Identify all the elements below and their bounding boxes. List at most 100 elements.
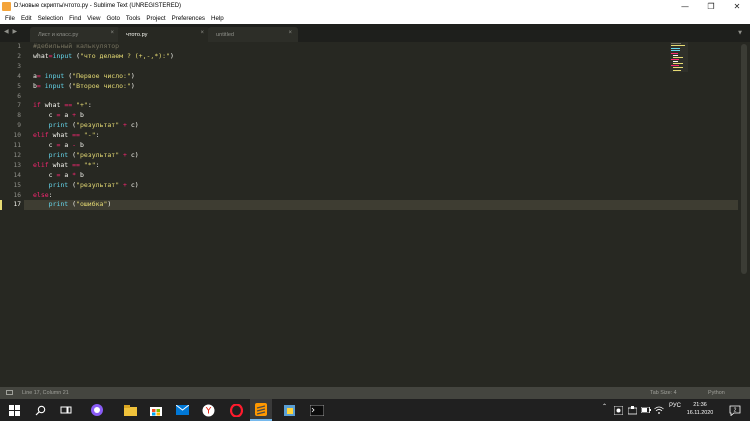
menu-find[interactable]: Find xyxy=(69,15,81,22)
battery-icon[interactable] xyxy=(640,399,652,421)
code-line[interactable] xyxy=(33,62,723,72)
tab-bar: ◀ ▶ Лист и класс.py × чтото.py × untitle… xyxy=(0,24,750,42)
file-explorer-icon[interactable] xyxy=(119,399,141,421)
menu-project[interactable]: Project xyxy=(146,15,165,22)
code-line[interactable]: #дебильный калькулятор xyxy=(33,42,723,52)
syntax-selector[interactable]: Python xyxy=(708,390,725,396)
code-token: ) xyxy=(107,200,112,209)
code-token: #дебильный калькулятор xyxy=(33,42,120,50)
maximize-button[interactable]: ❐ xyxy=(698,0,724,12)
menu-edit[interactable]: Edit xyxy=(21,15,32,22)
code-line[interactable]: c = a - b xyxy=(33,141,723,151)
windows-start-icon[interactable] xyxy=(3,399,25,421)
code-line[interactable]: print ("ошибка") xyxy=(33,200,723,210)
code-token: ( xyxy=(72,51,80,60)
cortana-icon[interactable] xyxy=(86,399,108,421)
system-clock[interactable]: 21:36 16.11.2020 xyxy=(683,402,717,417)
input-language[interactable]: РУС xyxy=(669,403,681,409)
notification-count: 2 xyxy=(734,407,737,413)
code-token: "-" xyxy=(83,131,96,140)
code-line[interactable]: b= input ("Второе число:") xyxy=(33,82,723,92)
python-idle-icon[interactable] xyxy=(278,399,300,421)
vertical-scrollbar[interactable] xyxy=(738,42,750,387)
code-token: == xyxy=(72,160,80,169)
scrollbar-thumb[interactable] xyxy=(741,44,747,274)
minimize-button[interactable]: — xyxy=(672,0,698,12)
close-window-button[interactable]: ✕ xyxy=(724,0,750,12)
code-token: a xyxy=(60,141,73,149)
sublime-text-taskbar-icon[interactable] xyxy=(250,399,272,421)
menu-view[interactable]: View xyxy=(87,15,100,22)
tab-close-icon[interactable]: × xyxy=(288,30,292,36)
menu-selection[interactable]: Selection xyxy=(38,15,63,22)
code-line[interactable]: print ("результат" + c) xyxy=(33,181,723,191)
tray-network-app-icon[interactable] xyxy=(626,399,638,421)
line-number: 12 xyxy=(13,151,21,159)
code-token: b xyxy=(76,141,84,149)
menu-goto[interactable]: Goto xyxy=(106,15,119,22)
line-number: 13 xyxy=(13,161,21,169)
code-token: : xyxy=(95,131,100,140)
search-icon[interactable] xyxy=(29,399,51,421)
code-line[interactable]: what=input ("что делаем ? (+,-,*):") xyxy=(33,52,723,62)
code-line[interactable] xyxy=(33,92,723,102)
clock-time: 21:36 xyxy=(693,402,707,408)
line-number: 9 xyxy=(17,122,21,130)
code-token: b xyxy=(76,111,84,120)
line-number: 17 xyxy=(13,201,21,209)
code-token: c) xyxy=(126,121,139,130)
tab-close-icon[interactable]: × xyxy=(110,30,114,36)
code-token: input xyxy=(44,71,65,80)
code-token: ( xyxy=(68,200,77,209)
yandex-browser-icon[interactable]: Y xyxy=(197,399,219,421)
store-icon[interactable] xyxy=(145,399,167,421)
line-number: 14 xyxy=(13,171,21,179)
code-line[interactable]: print ("результат" + c) xyxy=(33,151,723,161)
code-line[interactable]: elif what == "-": xyxy=(33,131,723,141)
code-token: what xyxy=(40,101,65,110)
code-token: print xyxy=(48,150,69,159)
code-token: : xyxy=(48,190,53,199)
mail-icon[interactable] xyxy=(171,399,193,421)
code-token: ( xyxy=(68,180,77,189)
console-toggle-icon[interactable] xyxy=(6,390,13,395)
line-number: 1 xyxy=(17,43,21,50)
menu-help[interactable]: Help xyxy=(211,15,224,22)
tab-nav-arrows[interactable]: ◀ ▶ xyxy=(4,28,18,35)
notifications-icon[interactable]: 2 xyxy=(724,399,746,421)
menu-preferences[interactable]: Preferences xyxy=(172,15,205,22)
code-token: ) xyxy=(130,71,135,80)
code-token: ( xyxy=(64,71,73,80)
code-token: "результат" xyxy=(76,180,120,189)
code-line[interactable]: c = a + b xyxy=(33,111,723,121)
code-line[interactable]: print ("результат" + c) xyxy=(33,121,723,131)
tab-size-selector[interactable]: Tab Size: 4 xyxy=(650,390,677,396)
minimap[interactable] xyxy=(670,42,688,72)
tray-chevron-icon[interactable]: ⌃ xyxy=(602,403,607,410)
terminal-icon[interactable] xyxy=(306,399,328,421)
tray-app-icon[interactable] xyxy=(612,399,624,421)
tab-untitled[interactable]: untitled × xyxy=(208,27,298,42)
code-token: input xyxy=(44,81,65,90)
menu-file[interactable]: File xyxy=(5,15,15,22)
tab-chtoto[interactable]: чтото.py × xyxy=(118,27,210,42)
code-line[interactable]: else: xyxy=(33,191,723,201)
code-line[interactable]: a= input ("Первое число:") xyxy=(33,72,723,82)
line-number: 16 xyxy=(13,191,21,199)
wifi-icon[interactable] xyxy=(653,399,665,421)
code-line[interactable]: elif what == "*": xyxy=(33,161,723,171)
code-token: == xyxy=(64,101,73,110)
code-line[interactable]: c = a * b xyxy=(33,171,723,181)
line-number: 4 xyxy=(17,72,21,80)
tab-dropdown-icon[interactable]: ▼ xyxy=(738,30,742,36)
line-number: 8 xyxy=(17,112,21,120)
tab-close-icon[interactable]: × xyxy=(200,30,204,36)
code-editor[interactable]: 1 2 3 4 5 6 7 8 9 10 11 12 13 14 15 16 1… xyxy=(0,42,738,387)
menu-tools[interactable]: Tools xyxy=(126,15,140,22)
tab-list-class[interactable]: Лист и класс.py × xyxy=(30,27,120,42)
code-token: "результат" xyxy=(76,150,120,159)
clock-date: 16.11.2020 xyxy=(686,409,714,416)
opera-icon[interactable] xyxy=(225,399,247,421)
code-line[interactable]: if what == "+": xyxy=(33,101,723,111)
task-view-icon[interactable] xyxy=(55,399,77,421)
